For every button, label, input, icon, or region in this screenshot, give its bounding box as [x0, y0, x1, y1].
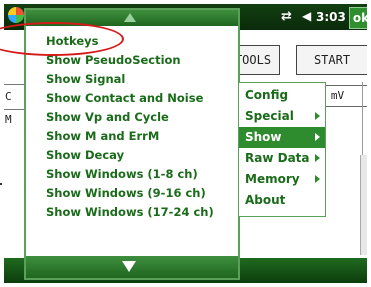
menu-item-memory[interactable]: Memory [239, 169, 325, 190]
chevron-right-icon [315, 133, 320, 141]
main-menu: Config Special Show Raw Data Memory Abou… [238, 82, 326, 217]
menu-item-show-decay[interactable]: Show Decay [46, 146, 124, 165]
row-label-fragment: M [5, 113, 12, 126]
menu-item-special[interactable]: Special [239, 106, 325, 127]
clock[interactable]: 3:03 [316, 10, 346, 24]
menu-item-about[interactable]: About [239, 190, 325, 211]
menu-item-show-vp-cycle[interactable]: Show Vp and Cycle [46, 108, 169, 127]
menu-item-label: Raw Data [245, 151, 310, 165]
menu-item-show[interactable]: Show [239, 127, 325, 148]
menu-item-label: Show [245, 130, 282, 144]
chevron-right-icon [315, 154, 320, 162]
chevron-right-icon [315, 175, 320, 183]
menu-item-show-windows-1-8[interactable]: Show Windows (1-8 ch) [46, 165, 198, 184]
menu-item-config[interactable]: Config [239, 85, 325, 106]
scroll-down-button[interactable] [26, 256, 238, 278]
menu-item-show-m-errm[interactable]: Show M and ErrM [46, 127, 159, 146]
scrollbar[interactable] [360, 155, 367, 255]
arrow-down-icon [122, 261, 136, 272]
menu-item-label: Special [245, 109, 294, 123]
ok-button[interactable]: ok [349, 7, 367, 29]
menu-item-show-signal[interactable]: Show Signal [46, 70, 125, 89]
stray-mark [0, 183, 2, 185]
speaker-icon[interactable]: ◀ [302, 9, 311, 23]
menu-item-show-contact-noise[interactable]: Show Contact and Noise [46, 89, 203, 108]
menu-item-label: Memory [245, 172, 300, 186]
row-label-fragment: C [5, 90, 12, 103]
windows-start-icon[interactable] [8, 7, 24, 23]
menu-item-raw-data[interactable]: Raw Data [239, 148, 325, 169]
chevron-right-icon [315, 112, 320, 120]
menu-item-show-windows-17-24[interactable]: Show Windows (17-24 ch) [46, 203, 214, 222]
menu-item-show-windows-9-16[interactable]: Show Windows (9-16 ch) [46, 184, 206, 203]
arrow-up-icon [124, 13, 136, 22]
network-arrows-icon[interactable]: ⇄ [281, 9, 292, 24]
start-button[interactable]: START [296, 45, 367, 75]
menu-item-label: About [245, 193, 286, 207]
menu-item-label: Config [245, 88, 289, 102]
